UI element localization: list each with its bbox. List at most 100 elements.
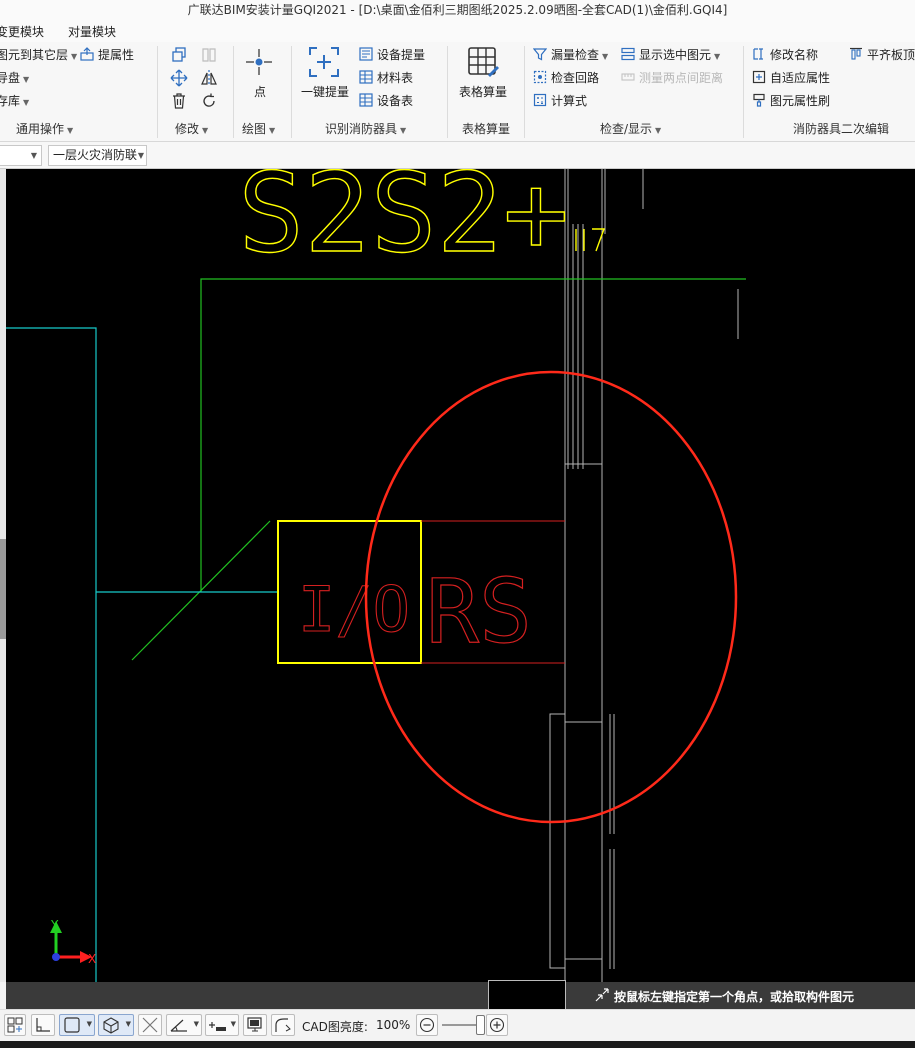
ribbon-separator [524,46,525,138]
trim-icon [275,1018,291,1032]
snap-cross-button[interactable] [138,1014,162,1036]
extract-attribute-icon [80,47,94,61]
delete-icon[interactable] [170,92,188,110]
brightness-slider-track[interactable] [442,1024,480,1026]
offset-input-button[interactable]: ▼ [205,1014,239,1036]
select-box-icon [64,1017,80,1033]
view-3d-button[interactable]: ▼ [98,1014,134,1036]
one-click-extract-icon[interactable] [307,45,341,79]
equipment-extract-icon [359,47,373,61]
menu-item-change-module[interactable]: 变更模块 [0,23,44,40]
table-calc-icon[interactable] [466,45,500,79]
equipment-table-icon [359,93,373,107]
minus-circle-icon [419,1017,435,1033]
rename-button[interactable]: 修改名称 [752,45,818,65]
equipment-extract-button[interactable]: 设备提量 [359,45,425,65]
cad-canvas[interactable]: S2S2+ I/O RS Y X [6,169,915,982]
cad-drawing: S2S2+ I/O RS Y X [6,169,746,982]
display-settings-button[interactable] [243,1014,267,1036]
group-label-recognize: 识别消防器具 ▼ [325,122,407,136]
cross-icon [142,1017,158,1033]
extract-attribute-button[interactable]: 提属性 [80,45,134,65]
show-selected-button[interactable]: 显示选中图元 ▼ [621,45,720,65]
ribbon-separator [447,46,448,138]
group-label-draw: 绘图 ▼ [242,122,276,136]
layer-manager-button[interactable] [4,1014,26,1036]
brightness-increase-button[interactable] [486,1014,508,1036]
copy-to-other-floor-button[interactable]: 图元到其它层 ▼ [0,45,77,65]
filter-icon [533,47,547,61]
point-draw-icon[interactable] [242,45,276,79]
ribbon-separator [743,46,744,138]
status-bar: ▼ ▼ ▼ ▼ CAD图亮度: 100% [0,1009,915,1041]
axis-x-label: X [88,952,96,966]
brightness-slider-thumb[interactable] [476,1015,485,1035]
group-label-modify: 修改 ▼ [175,122,209,136]
angle-icon [170,1019,187,1032]
cyan-lines [6,327,278,982]
offset-icon [209,1022,226,1031]
command-prompt-text: 按鼠标左键指定第一个角点，或拾取构件图元 [614,990,855,1004]
brush-icon [752,93,766,107]
mirror-icon[interactable] [200,69,218,87]
trim-tool-button[interactable] [271,1014,295,1036]
selector-bar: ▼ 一层火灾消防联 ▼ [0,142,915,169]
align-top-icon [849,47,863,61]
calculator-icon [533,93,547,107]
measure-distance-button[interactable]: 测量两点间距离 [621,68,723,88]
group-label-secondary-edit: 消防器具二次编辑 [793,122,890,136]
cursor-pick-icon [594,987,610,1003]
point-draw-label[interactable]: 点 [254,82,266,102]
group-label-check-display: 检查/显示 ▼ [600,122,662,136]
show-selected-icon [621,47,635,61]
command-line-bar: 按鼠标左键指定第一个角点，或拾取构件图元 [6,980,915,1009]
formula-button[interactable]: 计算式 [533,91,587,111]
equipment-table-button[interactable]: 设备表 [359,91,413,111]
component-type-select[interactable]: ▼ [0,145,42,166]
magnifier-preview [488,980,566,1009]
missing-check-button[interactable]: 漏量检查 ▼ [533,45,608,65]
axis-indicator: Y X [50,918,96,966]
cube-icon [103,1017,119,1034]
ortho-mode-button[interactable] [31,1014,55,1036]
layer-grid-icon [7,1017,23,1033]
window-title: 广联达BIM安装计量GQI2021 - [D:\桌面\金佰利三期图纸2025.2… [0,0,915,20]
attribute-brush-button[interactable]: 图元属性刷 [752,91,830,111]
one-click-extract-button[interactable]: 一键提量 [301,82,349,102]
brightness-decrease-button[interactable] [416,1014,438,1036]
group-label-common-ops: 通用操作 ▼ [16,122,74,136]
material-table-icon [359,70,373,84]
grey-structure-lines [549,169,739,982]
rotate-icon[interactable] [200,92,218,110]
angle-snap-button[interactable]: ▼ [166,1014,202,1036]
material-table-button[interactable]: 材料表 [359,68,413,88]
check-loop-icon [533,70,547,84]
floor-system-select[interactable]: 一层火灾消防联 ▼ [48,145,147,166]
plus-circle-icon [489,1017,505,1033]
move-icon[interactable] [170,69,188,87]
adaptive-attribute-button[interactable]: 自适应属性 [752,68,830,88]
select-mode-button[interactable]: ▼ [59,1014,95,1036]
copy-icon[interactable] [170,46,188,64]
block-left-text: I/O [298,573,410,646]
cad-brightness-label: CAD图亮度: [302,1020,368,1034]
menu-bar: 变更模块 对量模块 [0,20,915,42]
store-library-button[interactable]: 存库 ▼ [0,91,29,111]
menu-item-compare-module[interactable]: 对量模块 [68,23,116,40]
table-calc-button[interactable]: 表格算量 [459,82,507,102]
rename-icon [752,47,766,61]
group-label-table-calc: 表格算量 [462,122,511,136]
guide-disk-button[interactable]: 导盘 ▼ [0,68,29,88]
check-loop-button[interactable]: 检查回路 [533,68,599,88]
cad-top-text: S2S2+ [238,169,569,277]
ruler-icon [621,70,635,84]
block-right-text: RS [426,560,532,663]
ortho-icon [36,1018,50,1032]
ribbon-separator [157,46,158,138]
monitor-icon [247,1017,262,1032]
yellow-fragment [575,228,605,252]
axis-y-label: Y [50,918,59,932]
ribbon-separator [233,46,234,138]
align-board-top-button[interactable]: 平齐板顶 [849,45,915,65]
taskbar-strip [0,1041,915,1048]
